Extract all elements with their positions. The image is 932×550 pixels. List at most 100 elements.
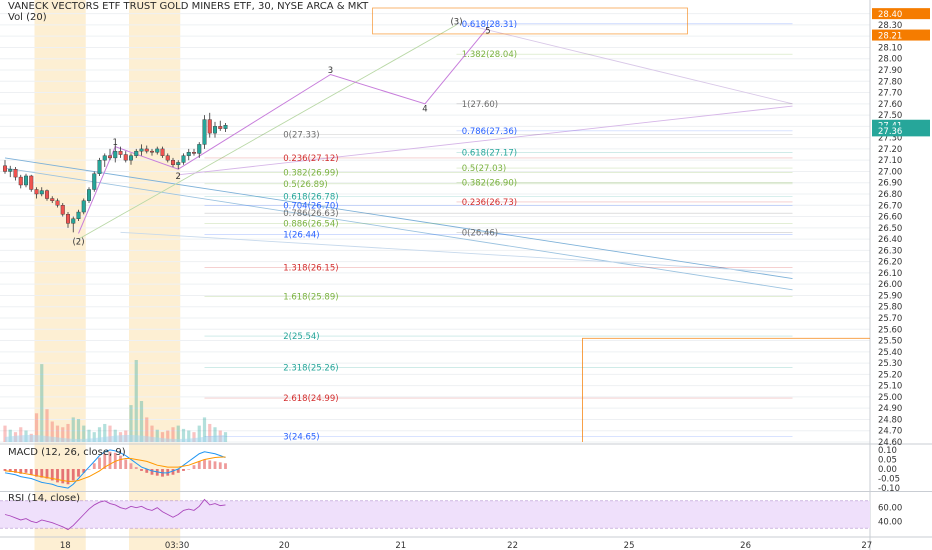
macd-tick-1: 0.05 bbox=[878, 455, 897, 465]
price-tick-1: 28.30 bbox=[878, 21, 902, 31]
macd-hist-bar-26 bbox=[140, 469, 143, 471]
rsi-tick-0: 60.00 bbox=[878, 504, 902, 514]
macd-tick-2: 0.00 bbox=[878, 465, 897, 475]
target-zone-box bbox=[372, 7, 688, 35]
macd-hist-bar-40 bbox=[213, 461, 217, 469]
price-tick-8: 27.60 bbox=[878, 100, 902, 110]
time-tick-7: 27 bbox=[861, 541, 872, 550]
price-tick-30: 25.40 bbox=[878, 348, 902, 358]
macd-hist-bar-4 bbox=[24, 469, 28, 473]
fib-label-9: 1.318(26.15) bbox=[283, 263, 338, 273]
macd-hist-bar-25 bbox=[134, 467, 138, 469]
candle-body-2 bbox=[13, 168, 18, 178]
candle-body-39 bbox=[207, 119, 212, 134]
macd-hist-bar-23 bbox=[124, 459, 128, 469]
fib-label-20: 0.5(27.03) bbox=[462, 164, 506, 174]
candle-body-38 bbox=[202, 119, 207, 145]
macd-hist-bar-28 bbox=[150, 469, 154, 475]
rsi-tick-1: 40.00 bbox=[878, 517, 902, 527]
candle-body-21 bbox=[113, 150, 118, 159]
wave-label-2: 2 bbox=[176, 172, 181, 182]
candle-body-29 bbox=[155, 148, 160, 153]
macd-hist-bar-17 bbox=[92, 463, 96, 469]
macd-hist-bar-38 bbox=[203, 459, 206, 469]
fib-label-11: 2(25.54) bbox=[283, 332, 319, 342]
candle-body-17 bbox=[92, 173, 97, 190]
price-tick-20: 26.40 bbox=[878, 235, 902, 245]
price-tick-9: 27.50 bbox=[878, 111, 902, 121]
fib-label-0: 0(27.33) bbox=[283, 130, 319, 140]
time-tick-3: 21 bbox=[395, 541, 406, 550]
price-tick-19: 26.50 bbox=[878, 224, 902, 234]
price-tick-7: 27.70 bbox=[878, 89, 902, 99]
macd-hist-bar-39 bbox=[208, 460, 212, 469]
candle-body-12 bbox=[65, 214, 70, 224]
macd-hist-bar-24 bbox=[129, 463, 133, 469]
macd-hist-bar-12 bbox=[66, 469, 70, 485]
price-tick-17: 26.70 bbox=[878, 201, 902, 211]
macd-hist-bar-36 bbox=[192, 465, 196, 469]
price-tick-33: 25.10 bbox=[878, 382, 902, 392]
price-tick-12: 27.20 bbox=[878, 145, 902, 155]
candle-body-13 bbox=[71, 218, 76, 224]
macd-hist-bar-11 bbox=[61, 469, 65, 484]
candle-body-25 bbox=[134, 150, 139, 156]
price-tick-6: 27.80 bbox=[878, 77, 902, 87]
candle-body-20 bbox=[107, 155, 112, 159]
volume-bar-13 bbox=[71, 417, 75, 442]
wave-label-4: 4 bbox=[422, 104, 427, 114]
price-tick-22: 26.20 bbox=[878, 258, 902, 268]
macd-tick-3: -0.05 bbox=[878, 475, 900, 485]
candle-body-28 bbox=[149, 150, 154, 153]
time-tick-2: 20 bbox=[279, 541, 290, 550]
fib-label-21: 0.382(26.90) bbox=[462, 179, 517, 189]
candle-body-0 bbox=[3, 165, 7, 172]
candle-body-23 bbox=[123, 154, 128, 161]
macd-hist-bar-18 bbox=[98, 457, 101, 469]
rsi-label: RSI (14, close) bbox=[8, 493, 81, 504]
candle-body-6 bbox=[34, 189, 39, 195]
price-tick-25: 25.90 bbox=[878, 291, 902, 301]
candle-body-31 bbox=[165, 155, 170, 161]
price-tick-3: 28.10 bbox=[878, 43, 902, 53]
time-tick-6: 26 bbox=[740, 541, 751, 550]
macd-hist-bar-14 bbox=[77, 469, 80, 477]
candle-body-24 bbox=[128, 155, 133, 161]
candle-body-35 bbox=[186, 152, 191, 156]
candle-body-11 bbox=[60, 205, 65, 215]
price-badge-text-0: 28.40 bbox=[878, 10, 902, 20]
candle-body-9 bbox=[50, 198, 55, 201]
wave-label-5: (3) bbox=[450, 18, 462, 28]
time-tick-5: 25 bbox=[624, 541, 635, 550]
price-tick-31: 25.30 bbox=[878, 359, 902, 369]
price-tick-15: 26.90 bbox=[878, 179, 902, 189]
candle-body-4 bbox=[24, 175, 29, 186]
time-target-marker bbox=[582, 337, 870, 442]
volume-label: Vol (20) bbox=[8, 12, 47, 23]
fib-label-16: 1.382(28.04) bbox=[462, 50, 517, 60]
candle-body-42 bbox=[223, 125, 228, 129]
fib-label-3: 0.5(26.89) bbox=[283, 180, 327, 190]
price-tick-16: 26.80 bbox=[878, 190, 902, 200]
session-band-0 bbox=[34, 0, 86, 550]
price-tick-26: 25.80 bbox=[878, 303, 902, 313]
fib-label-12: 2.318(25.26) bbox=[283, 364, 338, 374]
fib-label-22: 0.236(26.73) bbox=[462, 198, 517, 208]
fib-label-2: 0.382(26.99) bbox=[283, 169, 338, 179]
candle-body-37 bbox=[197, 144, 202, 154]
volume-bar-25 bbox=[134, 360, 138, 442]
fib-label-23: 0(26.46) bbox=[462, 228, 498, 238]
price-tick-13: 27.10 bbox=[878, 156, 902, 166]
candle-body-8 bbox=[45, 190, 50, 199]
wave-label-6: 5 bbox=[485, 27, 490, 37]
fib-label-18: 0.786(27.36) bbox=[462, 127, 517, 137]
wave-label-0: (2) bbox=[72, 237, 84, 247]
price-tick-4: 28.00 bbox=[878, 55, 902, 65]
price-tick-14: 27.00 bbox=[878, 167, 902, 177]
trend-line-4 bbox=[466, 24, 793, 105]
candle-body-22 bbox=[118, 150, 123, 155]
candle-body-7 bbox=[39, 190, 44, 195]
macd-hist-bar-13 bbox=[71, 469, 75, 481]
candle-body-10 bbox=[55, 200, 60, 206]
candle-body-14 bbox=[76, 211, 81, 219]
